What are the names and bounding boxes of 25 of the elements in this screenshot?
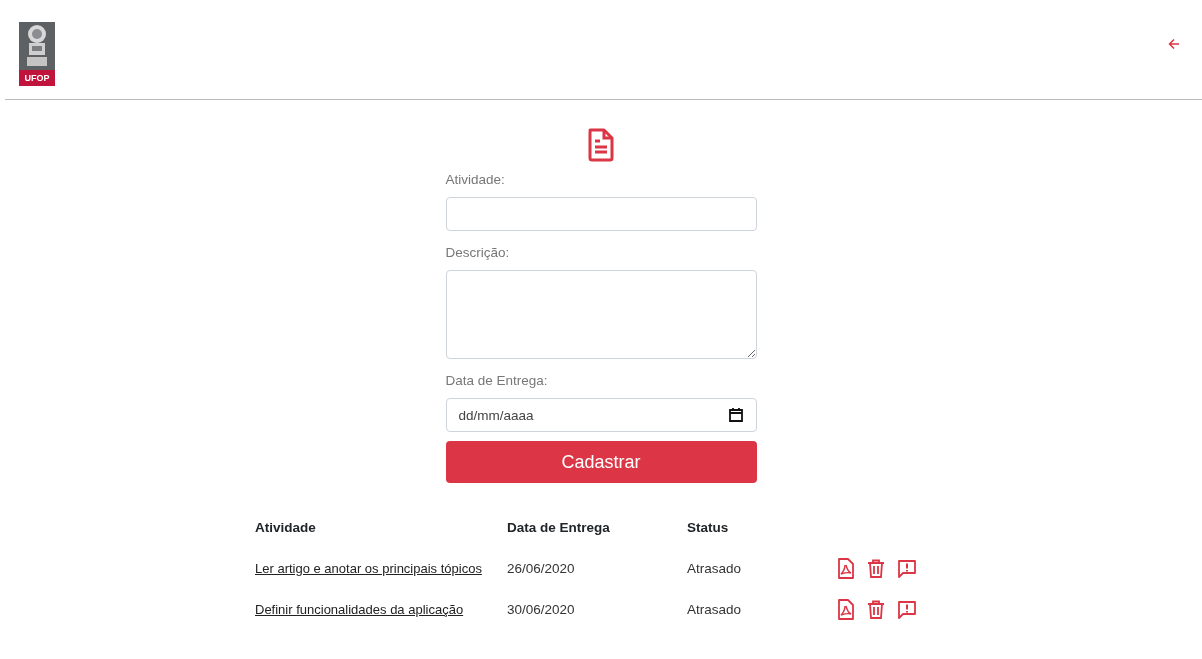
back-arrow-icon[interactable] xyxy=(1168,37,1180,50)
document-icon xyxy=(587,128,615,162)
activity-link[interactable]: Ler artigo e anotar os principais tópicos xyxy=(255,558,482,579)
field-label: Data de Entrega: xyxy=(445,373,549,388)
field-label: Atividade: xyxy=(445,172,506,187)
date-cell: 26/06/2020 xyxy=(507,549,687,590)
field-label: Descrição: xyxy=(445,245,511,260)
pdf-file-icon[interactable] xyxy=(837,599,855,621)
activity-input[interactable] xyxy=(445,197,757,231)
trash-icon[interactable] xyxy=(867,559,885,579)
submit-button[interactable]: Cadastrar xyxy=(445,441,757,483)
column-header: Status xyxy=(687,519,730,537)
date-cell: 30/06/2020 xyxy=(507,590,687,631)
column-header: Data de Entrega xyxy=(507,513,687,549)
calendar-icon[interactable] xyxy=(727,407,744,423)
status-cell-text: Atrasado xyxy=(687,601,743,619)
report-comment-icon[interactable] xyxy=(897,559,917,579)
pdf-file-icon[interactable] xyxy=(837,558,855,580)
date-input[interactable]: dd/mm/aaaa xyxy=(445,398,757,432)
status-cell-text: Atrasado xyxy=(687,560,743,578)
activity-link[interactable]: Definir funcionalidades da aplicação xyxy=(255,599,464,620)
column-header: Atividade xyxy=(255,513,507,549)
report-comment-icon[interactable] xyxy=(897,600,917,620)
trash-icon[interactable] xyxy=(867,600,885,620)
logo-emblem-icon xyxy=(19,21,55,70)
